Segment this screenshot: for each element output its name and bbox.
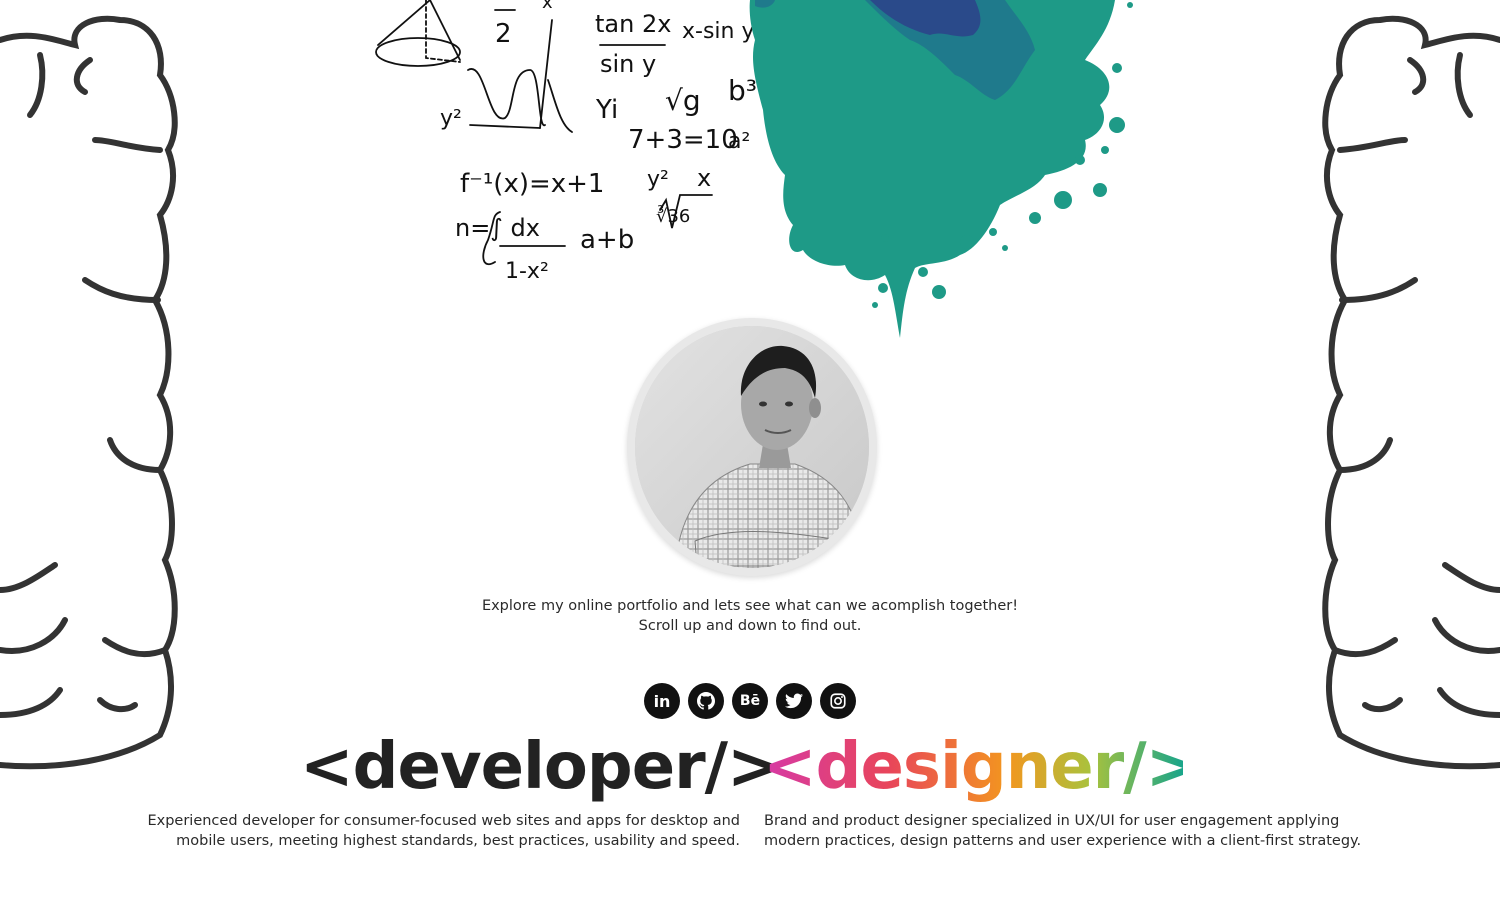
intro-text: Explore my online portfolio and lets see…	[350, 596, 1150, 636]
developer-description-line-1: Experienced developer for consumer-focus…	[147, 813, 740, 829]
developer-description: Experienced developer for consumer-focus…	[140, 811, 740, 851]
behance-glyph: Bē	[739, 693, 761, 709]
social-links: in Bē	[644, 683, 856, 719]
math-text-1x2: 1-x²	[505, 259, 549, 284]
designer-description: Brand and product designer specialized i…	[764, 811, 1384, 851]
math-text-yi: Yi	[595, 95, 618, 125]
intro-line-1: Explore my online portfolio and lets see…	[481, 598, 1019, 614]
designer-description-line-1: Brand and product designer specialized i…	[764, 813, 1340, 829]
github-glyph	[697, 692, 715, 710]
behance-icon[interactable]: Bē	[732, 683, 768, 719]
math-text-cuberoot: ∛36	[656, 205, 690, 227]
designer-description-line-2: modern practices, design patterns and us…	[764, 833, 1362, 849]
paint-splash-illustration	[749, 0, 1133, 338]
math-text-x: x	[542, 0, 553, 13]
math-text-siny: sin y	[600, 50, 656, 78]
twitter-icon[interactable]	[776, 683, 812, 719]
twitter-glyph	[785, 693, 803, 709]
developer-headline: <developer/>	[300, 730, 781, 804]
brain-right-illustration	[1322, 15, 1500, 770]
developer-description-line-2: mobile users, meeting highest standards,…	[176, 833, 740, 849]
math-text-xsiny: x-sin y	[682, 19, 755, 44]
profile-photo	[635, 326, 869, 568]
github-icon[interactable]	[688, 683, 724, 719]
instagram-icon[interactable]	[820, 683, 856, 719]
designer-headline: <designer/>	[763, 722, 1199, 812]
math-text-integral: n=∫ dx	[455, 214, 540, 242]
instagram-glyph	[830, 693, 846, 709]
intro-line-2: Scroll up and down to find out.	[638, 618, 862, 634]
avatar	[635, 326, 869, 568]
math-text-xb: x	[697, 164, 711, 192]
brain-left-illustration	[0, 15, 178, 770]
portfolio-page: 2 x tan 2x x-sin y sin y y² Yi √g b³ 7+3…	[0, 0, 1500, 900]
math-text-inverse: f⁻¹(x)=x+1	[460, 169, 604, 199]
math-text-ab: a+b	[580, 225, 634, 255]
math-text-2: 2	[495, 19, 512, 49]
math-text-sum: 7+3=10	[628, 125, 738, 155]
math-text-sqrtg: √g	[665, 84, 701, 117]
math-text-y2b: y²	[647, 167, 669, 192]
math-formulas-illustration: 2 x tan 2x x-sin y sin y y² Yi √g b³ 7+3…	[375, 0, 757, 284]
linkedin-glyph: in	[653, 691, 671, 711]
profile-photo-frame	[627, 318, 877, 576]
linkedin-icon[interactable]: in	[644, 683, 680, 719]
math-text-y2: y²	[440, 106, 462, 131]
math-text-tan: tan 2x	[595, 10, 671, 38]
